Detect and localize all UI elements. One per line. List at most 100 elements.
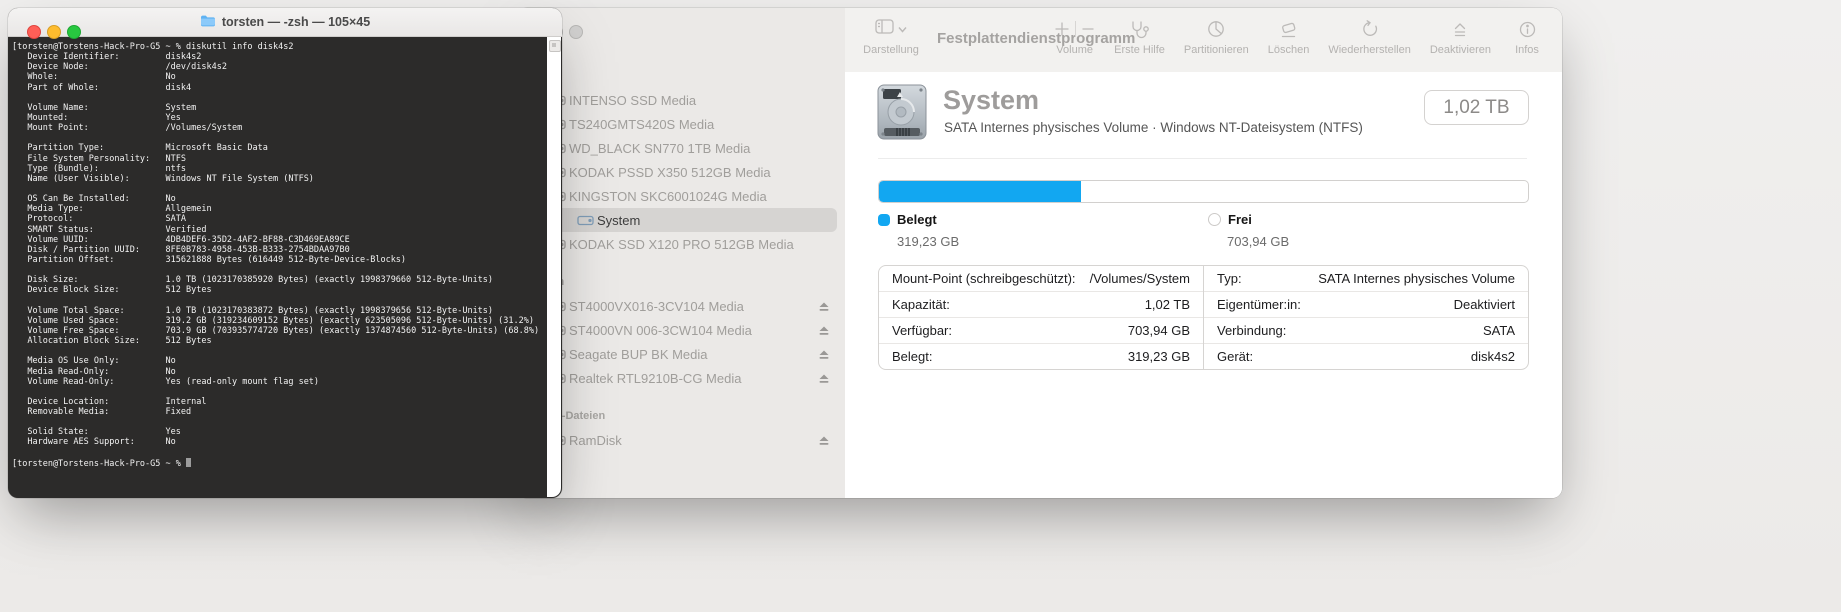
terminal-line: Name (User Visible): Windows NT File Sys… — [12, 174, 547, 184]
info-value: Deaktiviert — [1454, 297, 1515, 312]
info-row: Verfügbar:703,94 GB — [879, 318, 1203, 344]
sidebar-item-ts240gmts420s-media[interactable]: TS240GMTS420S Media — [527, 112, 837, 136]
info-row: Gerät:disk4s2 — [1204, 344, 1528, 369]
terminal-line: Media Read-Only: No — [12, 367, 547, 377]
terminal-line — [12, 448, 547, 458]
disk-utility-toolbar: Darstellung Festplattendienstprogramm Vo… — [845, 8, 1562, 73]
sidebar-item-kodak-pssd-x350-512gb-media[interactable]: KODAK PSSD X350 512GB Media — [527, 160, 837, 184]
terminal-line: Solid State: Yes — [12, 427, 547, 437]
terminal-line: Mounted: Yes — [12, 113, 547, 123]
terminal-cursor — [186, 458, 191, 467]
terminal-line: Volume Used Space: 319.2 GB (31923460915… — [12, 316, 547, 326]
terminal-line: Volume Name: System — [12, 103, 547, 113]
separator — [878, 158, 1527, 159]
scrollbar-marker-icon — [549, 40, 561, 52]
sidebar-item-label: Seagate BUP BK Media — [569, 347, 815, 362]
toolbar-button-deaktivieren[interactable]: Deaktivieren — [1430, 17, 1491, 56]
eject-icon[interactable] — [815, 301, 833, 312]
info-value: 1,02 TB — [1145, 297, 1190, 312]
terminal-body[interactable]: [torsten@Torstens-Hack-Pro-G5 ~ % diskut… — [8, 37, 547, 498]
sidebar-item-system[interactable]: System — [527, 208, 837, 232]
sidebar-item-kingston-skc6001024g-media[interactable]: KINGSTON SKC6001024G Media — [527, 184, 837, 208]
toolbar-button-wiederherstellen[interactable]: Wiederherstellen — [1328, 17, 1411, 56]
toolbar-button-löschen[interactable]: Löschen — [1268, 17, 1310, 56]
toolbar-button-volume[interactable]: Volume — [1054, 17, 1095, 56]
terminal-titlebar[interactable]: torsten — -zsh — 105×45 — [8, 8, 562, 37]
info-row: Eigentümer:in: Deaktiviert — [1204, 292, 1528, 318]
eject-icon[interactable] — [815, 435, 833, 446]
toolbar-label: Volume — [1056, 44, 1093, 56]
info-label: Verbindung: — [1217, 323, 1286, 338]
terminal-line — [12, 93, 547, 103]
volume-size-badge: 1,02 TB — [1424, 90, 1529, 125]
toolbar-button-infos[interactable]: Infos — [1510, 17, 1544, 56]
plus-minus-icon — [1054, 17, 1095, 41]
terminal-line: Volume UUID: 4DB4DEF6-35D2-4AF2-BF88-C3D… — [12, 235, 547, 245]
toolbar-button-partitionieren[interactable]: Partitionieren — [1184, 17, 1249, 56]
view-label: Darstellung — [859, 44, 923, 56]
info-row: Belegt: 319,23 GB — [879, 344, 1203, 369]
info-row: Typ:SATA Internes physisches Volume — [1204, 266, 1528, 292]
info-value: 319,23 GB — [1128, 349, 1190, 364]
legend-label: Frei — [1228, 212, 1252, 227]
sidebar-item-label: KODAK PSSD X350 512GB Media — [569, 165, 837, 180]
drive-icon — [575, 214, 595, 227]
terminal-line: Device Location: Internal — [12, 397, 547, 407]
terminal-line: Protocol: SATA — [12, 214, 547, 224]
disk-utility-sidebar: InternINTENSO SSD MediaTS240GMTS420S Med… — [517, 8, 846, 498]
sidebar-item-label: TS240GMTS420S Media — [569, 117, 837, 132]
view-button[interactable]: Darstellung — [859, 17, 923, 56]
sidebar-item-label: INTENSO SSD Media — [569, 93, 837, 108]
info-icon — [1519, 17, 1536, 41]
sidebar-item-kodak-ssd-x120-pro-512gb-media[interactable]: KODAK SSD X120 PRO 512GB Media — [527, 232, 837, 256]
terminal-line — [12, 184, 547, 194]
sidebar-item-ramdisk[interactable]: RamDisk — [527, 428, 837, 452]
restore-icon — [1361, 17, 1379, 41]
info-label: Eigentümer:in: — [1217, 297, 1301, 312]
info-value: SATA — [1483, 323, 1515, 338]
sidebar-item-st4000vx016-3cv104-media[interactable]: ST4000VX016-3CV104 Media — [527, 294, 837, 318]
sidebar-item-label: RamDisk — [569, 433, 815, 448]
volume-subtitle: SATA Internes physisches Volume · Window… — [944, 120, 1363, 135]
sidebar-item-label: Realtek RTL9210B-CG Media — [569, 371, 815, 386]
legend-label: Belegt — [897, 212, 937, 227]
terminal-line — [12, 265, 547, 275]
toolbar-button-erste-hilfe[interactable]: Erste Hilfe — [1114, 17, 1165, 56]
terminal-line: Mount Point: /Volumes/System — [12, 123, 547, 133]
terminal-line: Removable Media: Fixed — [12, 407, 547, 417]
toolbar-label: Infos — [1515, 44, 1539, 56]
eraser-icon — [1279, 17, 1298, 41]
volume-title: System — [943, 85, 1039, 116]
sidebar-item-intenso-ssd-media[interactable]: INTENSO SSD Media — [527, 88, 837, 112]
usage-bar-used-segment — [879, 181, 1081, 202]
info-row: Kapazität:1,02 TB — [879, 292, 1203, 318]
terminal-line — [12, 346, 547, 356]
terminal-line — [12, 296, 547, 306]
sidebar-item-label: ST4000VX016-3CV104 Media — [569, 299, 815, 314]
eject-icon[interactable] — [815, 373, 833, 384]
eject-icon[interactable] — [815, 349, 833, 360]
sidebar-item-label: System — [597, 213, 837, 228]
terminal-line: Partition Type: Microsoft Basic Data — [12, 143, 547, 153]
white-circle-swatch — [1208, 213, 1221, 226]
legend-value: 319,23 GB — [897, 234, 959, 249]
info-value: 703,94 GB — [1128, 323, 1190, 338]
info-label: Belegt: — [892, 349, 932, 364]
sidebar-item-realtek-rtl9210b-cg-media[interactable]: Realtek RTL9210B-CG Media — [527, 366, 837, 390]
terminal-scrollbar[interactable] — [547, 37, 561, 497]
sidebar-item-seagate-bup-bk-media[interactable]: Seagate BUP BK Media — [527, 342, 837, 366]
legend-frei: Frei703,94 GB — [1208, 212, 1289, 249]
sidebar-item-st4000vn-006-3cw104-media[interactable]: ST4000VN 006-3CW104 Media — [527, 318, 837, 342]
terminal-line: Device Block Size: 512 Bytes — [12, 285, 547, 295]
terminal-line: Type (Bundle): ntfs — [12, 164, 547, 174]
sidebar-item-wd-black-sn770-1tb-media[interactable]: WD_BLACK SN770 1TB Media — [527, 136, 837, 160]
eject-icon[interactable] — [815, 325, 833, 336]
info-table-right-column: Typ:SATA Internes physisches VolumeEigen… — [1204, 266, 1528, 369]
terminal-line: [torsten@Torstens-Hack-Pro-G5 ~ % — [12, 458, 547, 468]
sidebar-item-label: ST4000VN 006-3CW104 Media — [569, 323, 815, 338]
info-value: /Volumes/System — [1090, 271, 1190, 286]
zoom-button[interactable] — [569, 25, 583, 39]
unmount-icon — [1452, 17, 1468, 41]
info-value: disk4s2 — [1471, 349, 1515, 364]
info-row: Mount-Point (schreibgeschützt):/Volumes/… — [879, 266, 1203, 292]
